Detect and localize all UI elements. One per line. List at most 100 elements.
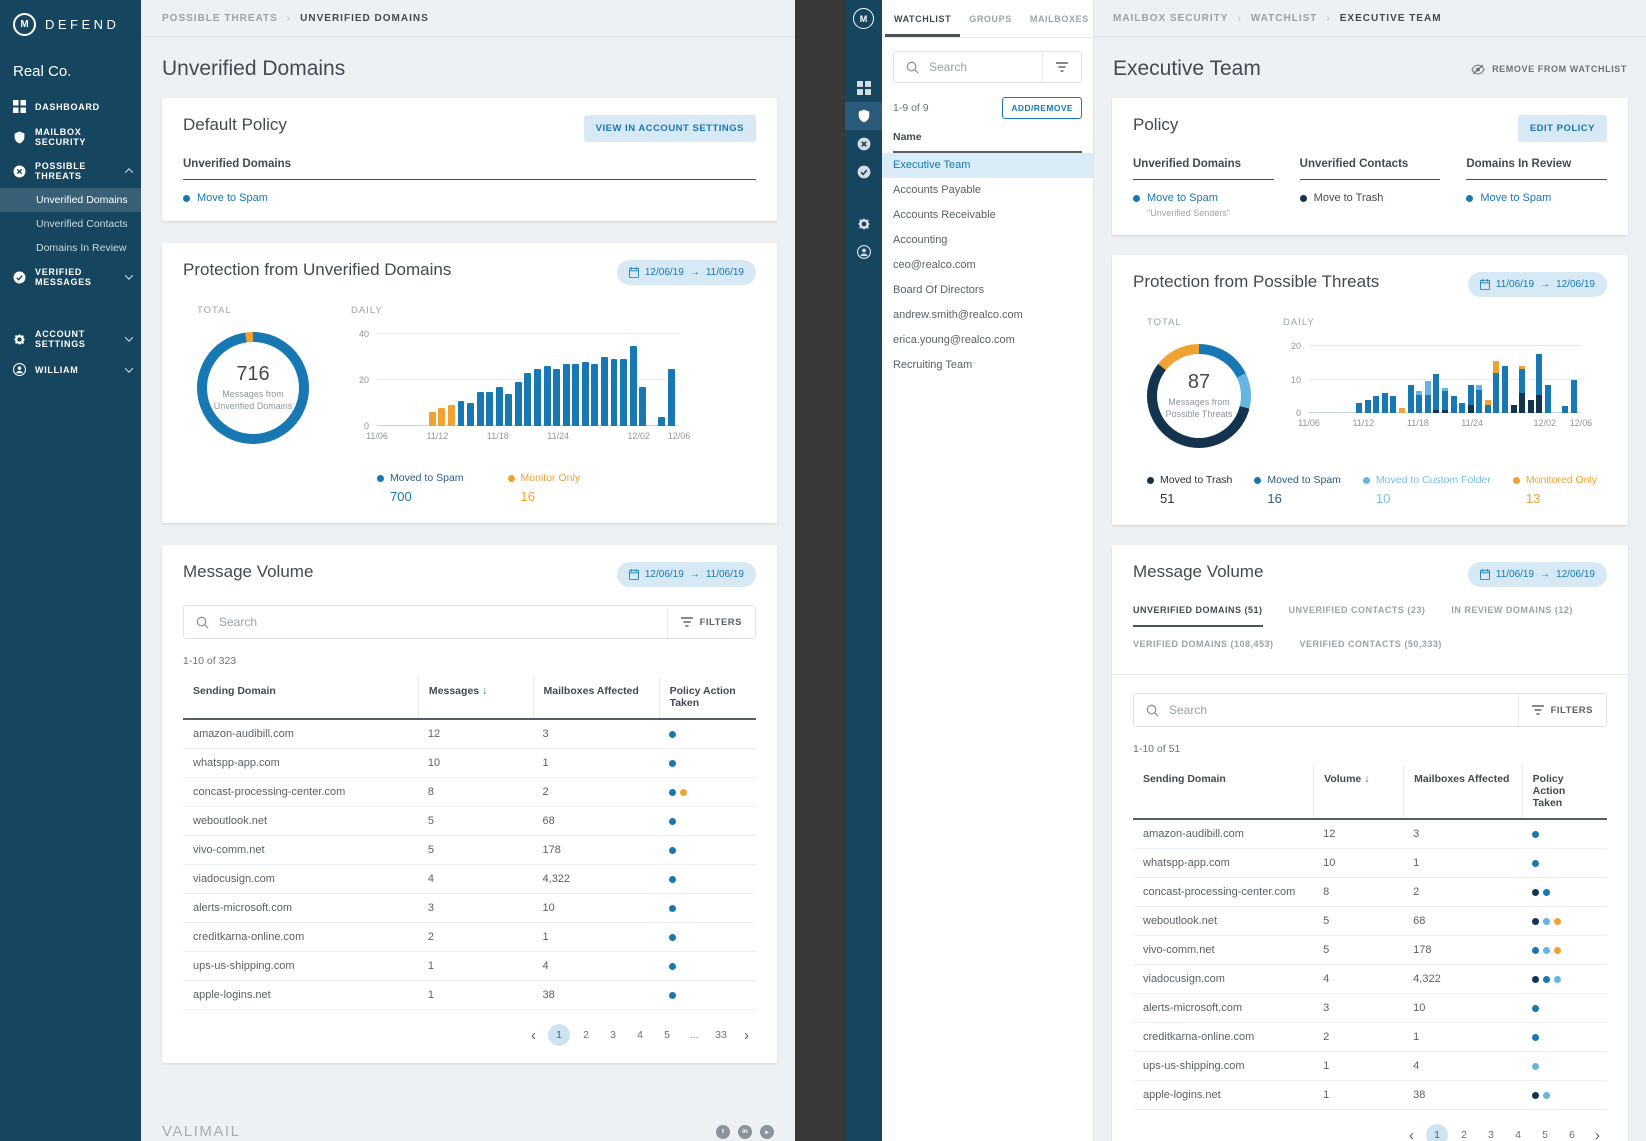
- edit-policy-button[interactable]: EDIT POLICY: [1518, 115, 1607, 142]
- breadcrumb-parent[interactable]: MAILBOX SECURITY: [1113, 13, 1228, 24]
- column-header-sending-domain[interactable]: Sending Domain: [183, 677, 418, 718]
- sidebar-item-unverified-contacts[interactable]: Unverified Contacts: [0, 212, 141, 236]
- column-header-policy-action[interactable]: Policy Action Taken: [659, 677, 756, 718]
- column-header-messages[interactable]: Messages↓: [418, 677, 533, 718]
- twitter-icon[interactable]: t: [716, 1125, 730, 1139]
- sidebar-item-verified-messages[interactable]: VERIFIED MESSAGES: [0, 260, 141, 294]
- table-row[interactable]: vivo-comm.net5178: [183, 836, 756, 865]
- sidebar-item-possible-threats[interactable]: POSSIBLE THREATS: [0, 154, 141, 188]
- pagination-page[interactable]: 3: [602, 1024, 624, 1046]
- table-row[interactable]: weboutlook.net568: [1133, 907, 1607, 936]
- rail-item-settings[interactable]: [845, 210, 882, 238]
- rail-item-account[interactable]: [845, 238, 882, 266]
- date-range-picker[interactable]: 11/06/19 → 12/06/19: [1468, 272, 1607, 297]
- tab-verified-contacts[interactable]: VERIFIED CONTACTS (50,333): [1300, 639, 1442, 661]
- watchlist-item[interactable]: Accounting: [882, 228, 1093, 253]
- filters-button[interactable]: FILTERS: [667, 606, 755, 638]
- column-header-sending-domain[interactable]: Sending Domain: [1133, 765, 1313, 818]
- column-header-mailboxes-affected[interactable]: Mailboxes Affected: [1403, 765, 1522, 818]
- sidebar-item-account-settings[interactable]: ACCOUNT SETTINGS: [0, 322, 141, 356]
- sidebar-item-unverified-domains[interactable]: Unverified Domains: [0, 188, 141, 212]
- table-row[interactable]: alerts-microsoft.com310: [183, 894, 756, 923]
- watchlist-item[interactable]: andrew.smith@realco.com: [882, 303, 1093, 328]
- sidebar-item-mailbox-security[interactable]: MAILBOX SECURITY: [0, 120, 141, 154]
- table-row[interactable]: alerts-microsoft.com310: [1133, 994, 1607, 1023]
- watchlist-item[interactable]: ceo@realco.com: [882, 253, 1093, 278]
- table-row[interactable]: ups-us-shipping.com14: [183, 952, 756, 981]
- table-row[interactable]: ups-us-shipping.com14: [1133, 1052, 1607, 1081]
- pagination-page[interactable]: 2: [575, 1024, 597, 1046]
- pagination-page[interactable]: 3: [1480, 1124, 1502, 1141]
- tab-verified-domains[interactable]: VERIFIED DOMAINS (108,453): [1133, 639, 1274, 661]
- table-row[interactable]: amazon-audibill.com123: [1133, 820, 1607, 849]
- breadcrumb-parent[interactable]: WATCHLIST: [1251, 13, 1318, 24]
- table-row[interactable]: concast-processing-center.com82: [1133, 878, 1607, 907]
- watchlist-item[interactable]: Recruiting Team: [882, 353, 1093, 378]
- pagination-page[interactable]: 33: [710, 1024, 732, 1046]
- table-row[interactable]: apple-logins.net138: [1133, 1081, 1607, 1110]
- rail-item-dashboard[interactable]: [845, 74, 882, 102]
- table-row[interactable]: creditkarna-online.com21: [183, 923, 756, 952]
- pagination-page[interactable]: 2: [1453, 1124, 1475, 1141]
- table-row[interactable]: vivo-comm.net5178: [1133, 936, 1607, 965]
- date-range-picker[interactable]: 12/06/19 → 11/06/19: [617, 562, 756, 587]
- column-header-volume[interactable]: Volume↓: [1313, 765, 1403, 818]
- rail-item-mailbox-security[interactable]: [845, 102, 882, 130]
- sidebar-item-domains-in-review[interactable]: Domains In Review: [0, 236, 141, 260]
- column-header-policy-action[interactable]: Policy Action Taken: [1522, 765, 1607, 818]
- pagination-prev[interactable]: ‹: [524, 1027, 543, 1044]
- pagination-next[interactable]: ›: [1588, 1127, 1607, 1141]
- table-row[interactable]: whatspp-app.com101: [1133, 849, 1607, 878]
- add-remove-button[interactable]: ADD/REMOVE: [1002, 97, 1082, 119]
- table-row[interactable]: apple-logins.net138: [183, 981, 756, 1010]
- date-range-picker[interactable]: 11/06/19 → 12/06/19: [1468, 562, 1607, 587]
- table-row[interactable]: whatspp-app.com101: [183, 749, 756, 778]
- filters-button[interactable]: FILTERS: [1518, 694, 1606, 726]
- youtube-icon[interactable]: ▸: [760, 1125, 774, 1139]
- breadcrumb-parent[interactable]: POSSIBLE THREATS: [162, 13, 278, 24]
- tab-groups[interactable]: GROUPS: [960, 0, 1021, 37]
- rail-item-possible-threats[interactable]: [845, 130, 882, 158]
- legend-value: 13: [1526, 491, 1597, 506]
- pagination-page[interactable]: 1: [1426, 1124, 1448, 1141]
- search-input[interactable]: [1169, 703, 1518, 717]
- pagination-page[interactable]: 5: [656, 1024, 678, 1046]
- watchlist-item[interactable]: Accounts Payable: [882, 178, 1093, 203]
- tab-mailboxes[interactable]: MAILBOXES: [1021, 0, 1098, 37]
- tab-unverified-domains[interactable]: UNVERIFIED DOMAINS (51): [1133, 605, 1263, 627]
- rail-item-verified-messages[interactable]: [845, 158, 882, 186]
- sidebar-item-dashboard[interactable]: DASHBOARD: [0, 93, 141, 120]
- watchlist-name-header[interactable]: Name: [893, 131, 1082, 153]
- watchlist-item[interactable]: Accounts Receivable: [882, 203, 1093, 228]
- pagination-page[interactable]: 4: [1507, 1124, 1529, 1141]
- watchlist-search-input[interactable]: [929, 60, 1042, 74]
- spam-dot-icon: [1532, 947, 1539, 954]
- view-in-account-settings-button[interactable]: VIEW IN ACCOUNT SETTINGS: [584, 115, 756, 142]
- pagination-page[interactable]: 5: [1534, 1124, 1556, 1141]
- table-row[interactable]: viadocusign.com44,322: [183, 865, 756, 894]
- sidebar-item-user[interactable]: WILLIAM: [0, 356, 141, 383]
- tab-watchlist[interactable]: WATCHLIST: [885, 0, 960, 37]
- pagination-page[interactable]: 4: [629, 1024, 651, 1046]
- watchlist-item[interactable]: Board Of Directors: [882, 278, 1093, 303]
- pagination-next[interactable]: ›: [737, 1027, 756, 1044]
- linkedin-icon[interactable]: in: [738, 1125, 752, 1139]
- table-row[interactable]: creditkarna-online.com21: [1133, 1023, 1607, 1052]
- tab-unverified-contacts[interactable]: UNVERIFIED CONTACTS (23): [1289, 605, 1426, 627]
- remove-from-watchlist-button[interactable]: REMOVE FROM WATCHLIST: [1471, 64, 1627, 75]
- date-range-picker[interactable]: 12/06/19 → 11/06/19: [617, 260, 756, 285]
- column-header-mailboxes-affected[interactable]: Mailboxes Affected: [533, 677, 659, 718]
- table-row[interactable]: concast-processing-center.com82: [183, 778, 756, 807]
- cell-sending-domain: creditkarna-online.com: [183, 923, 418, 951]
- table-row[interactable]: amazon-audibill.com123: [183, 720, 756, 749]
- pagination-prev[interactable]: ‹: [1402, 1127, 1421, 1141]
- tab-in-review-domains[interactable]: IN REVIEW DOMAINS (12): [1451, 605, 1573, 627]
- table-row[interactable]: weboutlook.net568: [183, 807, 756, 836]
- table-row[interactable]: viadocusign.com44,322: [1133, 965, 1607, 994]
- search-input[interactable]: [219, 615, 667, 629]
- pagination-page[interactable]: 6: [1561, 1124, 1583, 1141]
- watchlist-item[interactable]: erica.young@realco.com: [882, 328, 1093, 353]
- pagination-page[interactable]: 1: [548, 1024, 570, 1046]
- filter-button[interactable]: [1042, 52, 1081, 82]
- watchlist-item[interactable]: Executive Team: [882, 153, 1093, 178]
